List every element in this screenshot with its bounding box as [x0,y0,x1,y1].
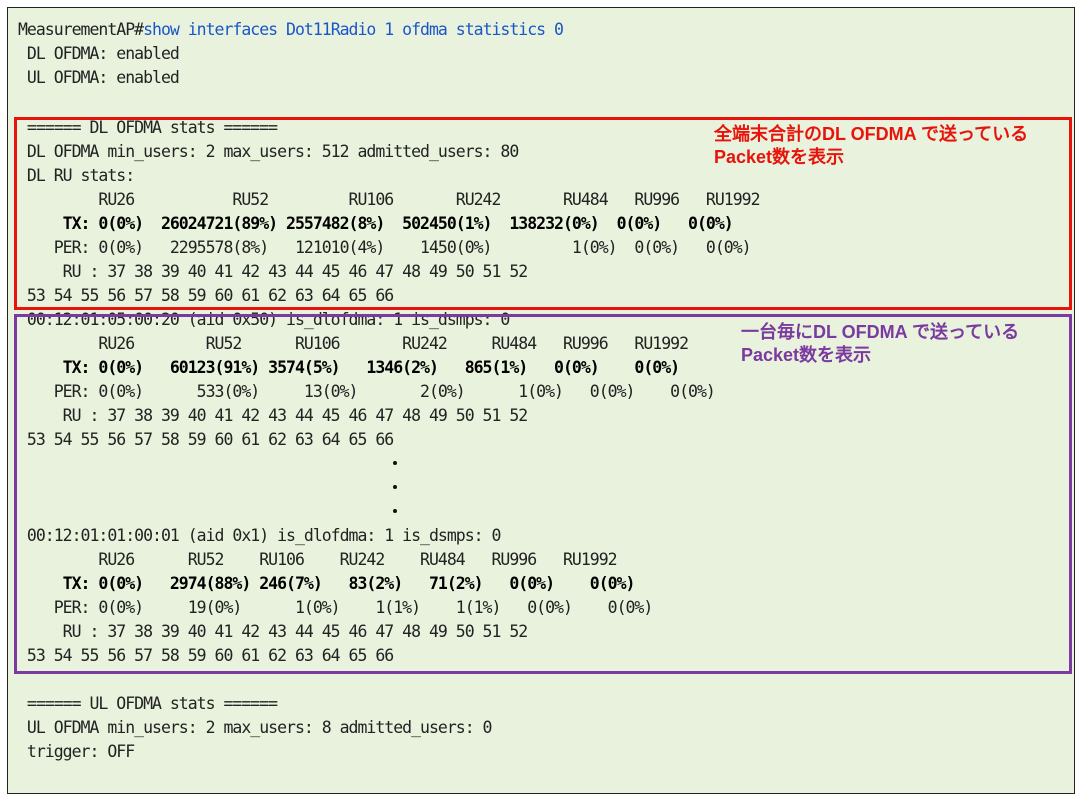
client1-ru-row-2: 53 54 55 56 57 58 59 60 61 62 63 64 65 6… [18,430,394,449]
client1-header: 00:12:01:05:00:20 (aid 0x50) is_dlofdma:… [18,310,510,329]
annotation-line: 一台毎にDL OFDMA で送っている [741,322,1020,342]
command-text: show interfaces Dot11Radio 1 ofdma stati… [143,20,564,39]
dl-per-row: PER: 0(0%) 2295578(8%) 121010(4%) 1450(0… [18,238,752,257]
client2-header: 00:12:01:01:00:01 (aid 0x1) is_dlofdma: … [18,526,502,545]
terminal-window[interactable]: MeasurementAP#show interfaces Dot11Radio… [7,7,1075,794]
dl-ru-row-2: 53 54 55 56 57 58 59 60 61 62 63 64 65 6… [18,286,394,305]
ellipsis-dot [393,461,397,465]
prompt: MeasurementAP# [18,20,144,39]
annotation-line: Packet数を表示 [741,345,872,365]
client1-tx-row: TX: 0(0%) 60123(91%) 3574(5%) 1346(2%) 8… [18,358,680,377]
client2-ru-row-2: 53 54 55 56 57 58 59 60 61 62 63 64 65 6… [18,646,394,665]
client2-per-row: PER: 0(0%) 19(0%) 1(0%) 1(1%) 1(1%) 0(0%… [18,598,654,617]
annotation-line: Packet数を表示 [714,147,845,167]
dl-tx-row: TX: 0(0%) 26024721(89%) 2557482(8%) 5024… [18,214,734,233]
dl-total-annotation: 全端末合計のDL OFDMA で送っている Packet数を表示 [714,123,1028,169]
dl-stats-title: ====== DL OFDMA stats ====== [18,118,278,137]
ellipsis-dot [393,485,397,489]
dl-ru-row: RU : 37 38 39 40 41 42 43 44 45 46 47 48… [18,262,529,281]
client1-ru-row: RU : 37 38 39 40 41 42 43 44 45 46 47 48… [18,406,529,425]
ul-trigger-line: trigger: OFF [18,742,135,761]
client2-columns: RU26 RU52 RU106 RU242 RU484 RU996 RU1992 [18,550,617,569]
per-client-annotation: 一台毎にDL OFDMA で送っている Packet数を表示 [741,321,1019,367]
client1-columns: RU26 RU52 RU106 RU242 RU484 RU996 RU1992 [18,334,689,353]
dl-ru-title: DL RU stats: [18,166,135,185]
ul-users-line: UL OFDMA min_users: 2 max_users: 8 admit… [18,718,493,737]
ul-ofdma-status: UL OFDMA: enabled [18,68,180,87]
client2-ru-row: RU : 37 38 39 40 41 42 43 44 45 46 47 48… [18,622,529,641]
ul-stats-title: ====== UL OFDMA stats ====== [18,694,278,713]
dl-users-line: DL OFDMA min_users: 2 max_users: 512 adm… [18,142,519,161]
client1-per-row: PER: 0(0%) 533(0%) 13(0%) 2(0%) 1(0%) 0(… [18,382,716,401]
annotation-line: 全端末合計のDL OFDMA で送っている [714,124,1029,144]
command-line: MeasurementAP#show interfaces Dot11Radio… [18,20,564,40]
client2-tx-row: TX: 0(0%) 2974(88%) 246(7%) 83(2%) 71(2%… [18,574,636,593]
dl-ru-columns: RU26 RU52 RU106 RU242 RU484 RU996 RU1992 [18,190,760,209]
dl-ofdma-status: DL OFDMA: enabled [18,44,180,63]
ellipsis-dot [393,509,397,513]
